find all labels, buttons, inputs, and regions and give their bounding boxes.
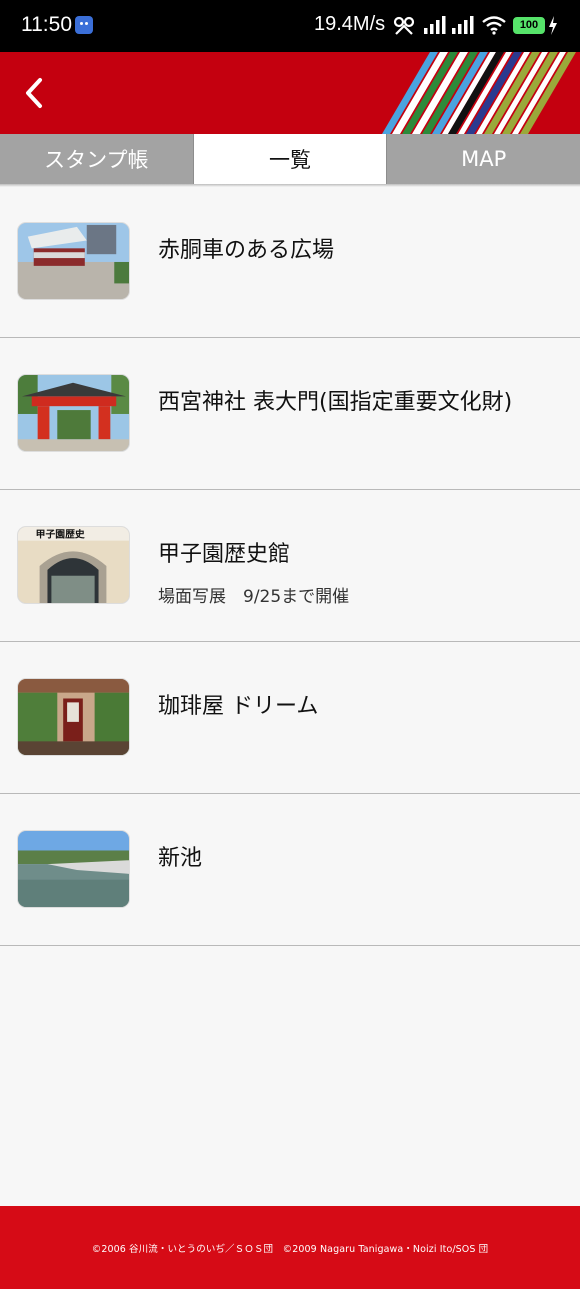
spot-thumbnail bbox=[17, 222, 130, 300]
spot-title: 珈琲屋 ドリーム bbox=[158, 694, 319, 719]
network-speed: 19.4M/s bbox=[314, 13, 386, 35]
spot-thumbnail bbox=[17, 678, 130, 756]
spot-subtitle: 場面写展 9/25まで開催 bbox=[158, 587, 350, 607]
spot-title: 西宮神社 表大門(国指定重要文化財) bbox=[158, 390, 513, 415]
list-item[interactable]: 赤胴車のある広場 bbox=[0, 186, 580, 338]
list-item[interactable]: 西宮神社 表大門(国指定重要文化財) bbox=[0, 338, 580, 490]
charging-icon bbox=[549, 16, 557, 35]
chevron-left-icon bbox=[26, 78, 42, 108]
spot-title: 甲子園歴史館 bbox=[158, 542, 291, 567]
copyright-text: ©2006 谷川流・いとうのいぢ／ＳＯＳ団 ©2009 Nagaru Tanig… bbox=[91, 1243, 489, 1255]
signal-icon bbox=[424, 16, 446, 34]
notification-app-icon bbox=[75, 16, 93, 34]
list-item[interactable]: 新池 bbox=[0, 794, 580, 946]
battery-icon: 100 bbox=[513, 17, 545, 34]
status-bar: 11:50 19.4M/s 100 bbox=[0, 0, 580, 52]
copyright-footer: ©2006 谷川流・いとうのいぢ／ＳＯＳ団 ©2009 Nagaru Tanig… bbox=[0, 1206, 580, 1289]
spot-thumbnail bbox=[17, 374, 130, 452]
wifi-icon bbox=[482, 16, 506, 35]
tab-stamp-book[interactable]: スタンプ帳 bbox=[0, 134, 193, 184]
back-button[interactable] bbox=[14, 72, 54, 114]
tab-list[interactable]: 一覧 bbox=[192, 134, 387, 184]
decorative-stripes bbox=[382, 52, 576, 134]
sync-icon bbox=[393, 16, 415, 35]
status-time: 11:50 bbox=[21, 13, 72, 36]
spot-thumbnail: 甲子園歴史 bbox=[17, 526, 130, 604]
tab-map[interactable]: MAP bbox=[386, 134, 580, 184]
signal-icon bbox=[452, 16, 474, 34]
spot-title: 新池 bbox=[158, 846, 203, 871]
spot-title: 赤胴車のある広場 bbox=[158, 238, 335, 263]
list-item[interactable]: 甲子園歴史 甲子園歴史館 場面写展 9/25まで開催 bbox=[0, 490, 580, 642]
spot-thumbnail bbox=[17, 830, 130, 908]
list-item[interactable]: 珈琲屋 ドリーム bbox=[0, 642, 580, 794]
thumbnail-sign: 甲子園歴史 bbox=[36, 528, 85, 541]
spot-list: 赤胴車のある広場 西宮神社 表大門(国指定重要文化財) 甲子園歴史 甲子園歴史館… bbox=[0, 186, 580, 946]
tab-bar: スタンプ帳 一覧 MAP bbox=[0, 134, 580, 184]
app-header bbox=[0, 52, 580, 134]
